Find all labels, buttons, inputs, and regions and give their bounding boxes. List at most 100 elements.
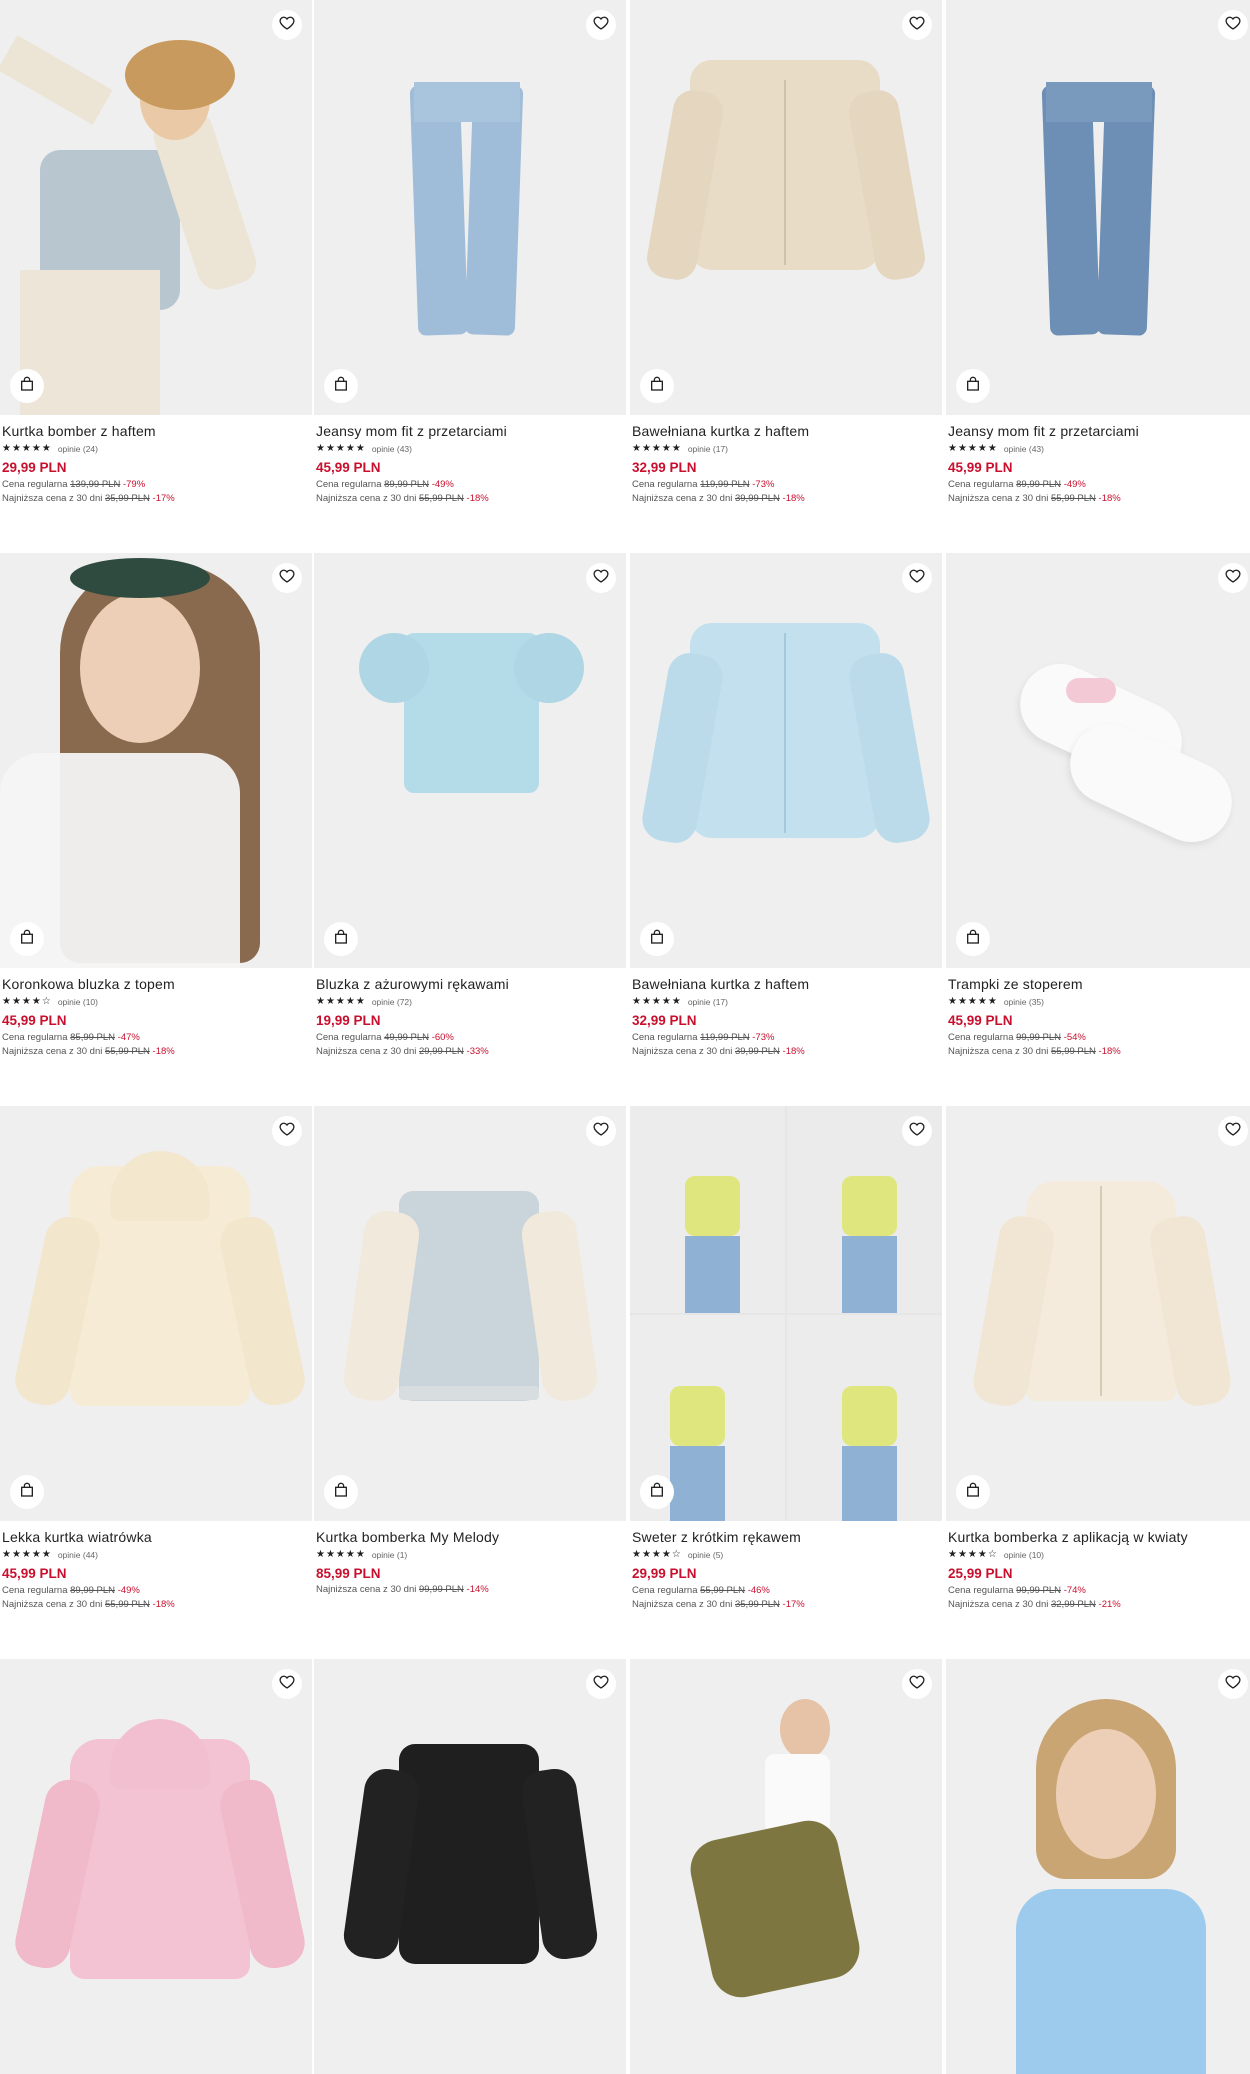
- product-card[interactable]: Lekka kurtka wiatrówka ★★★★★ opinie (44) …: [0, 1106, 312, 1610]
- product-card[interactable]: Bawełniana kurtka z haftem ★★★★★ opinie (…: [630, 0, 942, 504]
- product-image[interactable]: [314, 553, 626, 968]
- wishlist-button[interactable]: [1218, 10, 1248, 40]
- product-image[interactable]: [630, 0, 942, 415]
- product-name[interactable]: Kurtka bomberka My Melody: [316, 1529, 626, 1545]
- add-to-bag-button[interactable]: [324, 369, 358, 403]
- product-card[interactable]: Kurtka bomberka My Melody ★★★★★ opinie (1…: [314, 1106, 626, 1595]
- wishlist-button[interactable]: [586, 1669, 616, 1699]
- review-count[interactable]: opinie (24): [58, 444, 98, 454]
- review-count[interactable]: opinie (5): [688, 1550, 723, 1560]
- product-name[interactable]: Trampki ze stoperem: [948, 976, 1250, 992]
- product-rating: ★★★★☆ opinie (5): [632, 1549, 942, 1560]
- review-count[interactable]: opinie (43): [372, 444, 412, 454]
- product-card[interactable]: Jeansy mom fit z przetarciami ★★★★★ opini…: [946, 0, 1250, 504]
- product-card[interactable]: Kurtka bomber z haftem ★★★★★ opinie (24) …: [0, 0, 312, 504]
- product-name[interactable]: Kurtka bomber z haftem: [2, 423, 312, 439]
- wishlist-button[interactable]: [272, 1116, 302, 1146]
- product-image[interactable]: [314, 1659, 626, 2074]
- product-card[interactable]: Bawełniana kurtka z haftem ★★★★★ opinie (…: [630, 553, 942, 1057]
- product-card[interactable]: Koronkowa bluzka z topem ★★★★☆ opinie (10…: [0, 553, 312, 1057]
- product-image[interactable]: [946, 553, 1250, 968]
- wishlist-button[interactable]: [1218, 563, 1248, 593]
- product-card[interactable]: [946, 1659, 1250, 2074]
- product-card[interactable]: Sweter z krótkim rękawem ★★★★☆ opinie (5)…: [630, 1106, 942, 1610]
- product-rating: ★★★★★ opinie (17): [632, 996, 942, 1007]
- add-to-bag-button[interactable]: [640, 922, 674, 956]
- product-card[interactable]: [314, 1659, 626, 2074]
- product-name[interactable]: Sweter z krótkim rękawem: [632, 1529, 942, 1545]
- add-to-bag-button[interactable]: [956, 922, 990, 956]
- heart-icon: [909, 1674, 925, 1695]
- product-name[interactable]: Kurtka bomberka z aplikacją w kwiaty: [948, 1529, 1250, 1545]
- product-image[interactable]: [946, 1659, 1250, 2074]
- review-count[interactable]: opinie (44): [58, 1550, 98, 1560]
- product-image[interactable]: [314, 1106, 626, 1521]
- product-image[interactable]: [946, 0, 1250, 415]
- wishlist-button[interactable]: [272, 1669, 302, 1699]
- add-to-bag-button[interactable]: [10, 369, 44, 403]
- lowest-price-row: Najniższa cena z 30 dni 55,99 PLN -18%: [948, 1046, 1121, 1057]
- product-card[interactable]: Bluzka z ażurowymi rękawami ★★★★★ opinie …: [314, 553, 626, 1057]
- review-count[interactable]: opinie (17): [688, 997, 728, 1007]
- star-icon: ★★★★★: [316, 443, 366, 454]
- sale-price: 45,99 PLN: [2, 1013, 67, 1028]
- review-count[interactable]: opinie (35): [1004, 997, 1044, 1007]
- add-to-bag-button[interactable]: [10, 1475, 44, 1509]
- product-image[interactable]: [630, 1659, 942, 2074]
- wishlist-button[interactable]: [586, 10, 616, 40]
- product-card[interactable]: Trampki ze stoperem ★★★★★ opinie (35) 45,…: [946, 553, 1250, 1057]
- review-count[interactable]: opinie (17): [688, 444, 728, 454]
- add-to-bag-button[interactable]: [956, 369, 990, 403]
- review-count[interactable]: opinie (1): [372, 1550, 407, 1560]
- lowest-price-row: Najniższa cena z 30 dni 39,99 PLN -18%: [632, 1046, 805, 1057]
- add-to-bag-button[interactable]: [640, 1475, 674, 1509]
- wishlist-button[interactable]: [1218, 1669, 1248, 1699]
- add-to-bag-button[interactable]: [324, 922, 358, 956]
- product-name[interactable]: Lekka kurtka wiatrówka: [2, 1529, 312, 1545]
- product-rating: ★★★★★ opinie (35): [948, 996, 1250, 1007]
- product-image[interactable]: [314, 0, 626, 415]
- wishlist-button[interactable]: [586, 563, 616, 593]
- wishlist-button[interactable]: [902, 563, 932, 593]
- product-card[interactable]: Kurtka bomberka z aplikacją w kwiaty ★★★…: [946, 1106, 1250, 1610]
- add-to-bag-button[interactable]: [956, 1475, 990, 1509]
- add-to-bag-button[interactable]: [10, 922, 44, 956]
- product-image[interactable]: [0, 553, 312, 968]
- shopping-bag-icon: [965, 929, 981, 950]
- heart-icon: [279, 1674, 295, 1695]
- wishlist-button[interactable]: [586, 1116, 616, 1146]
- product-image[interactable]: [0, 1106, 312, 1521]
- product-image[interactable]: [0, 1659, 312, 2074]
- lowest-price-row: Najniższa cena z 30 dni 32,99 PLN -21%: [948, 1599, 1121, 1610]
- product-card[interactable]: Jeansy mom fit z przetarciami ★★★★★ opini…: [314, 0, 626, 504]
- wishlist-button[interactable]: [902, 10, 932, 40]
- product-image[interactable]: [0, 0, 312, 415]
- product-name[interactable]: Koronkowa bluzka z topem: [2, 976, 312, 992]
- review-count[interactable]: opinie (43): [1004, 444, 1044, 454]
- product-name[interactable]: Bawełniana kurtka z haftem: [632, 423, 942, 439]
- product-image[interactable]: [630, 553, 942, 968]
- wishlist-button[interactable]: [272, 563, 302, 593]
- product-card[interactable]: [0, 1659, 312, 2074]
- wishlist-button[interactable]: [1218, 1116, 1248, 1146]
- wishlist-button[interactable]: [902, 1669, 932, 1699]
- heart-icon: [909, 568, 925, 589]
- product-name[interactable]: Bluzka z ażurowymi rękawami: [316, 976, 626, 992]
- product-name[interactable]: Bawełniana kurtka z haftem: [632, 976, 942, 992]
- wishlist-button[interactable]: [902, 1116, 932, 1146]
- product-name[interactable]: Jeansy mom fit z przetarciami: [316, 423, 626, 439]
- shopping-bag-icon: [19, 376, 35, 397]
- review-count[interactable]: opinie (10): [58, 997, 98, 1007]
- add-to-bag-button[interactable]: [324, 1475, 358, 1509]
- wishlist-button[interactable]: [272, 10, 302, 40]
- add-to-bag-button[interactable]: [640, 369, 674, 403]
- product-card[interactable]: [630, 1659, 942, 2074]
- star-icon: ★★★★☆: [632, 1549, 682, 1560]
- product-image[interactable]: [946, 1106, 1250, 1521]
- review-count[interactable]: opinie (72): [372, 997, 412, 1007]
- product-image[interactable]: [630, 1106, 942, 1521]
- shopping-bag-icon: [649, 376, 665, 397]
- review-count[interactable]: opinie (10): [1004, 1550, 1044, 1560]
- shopping-bag-icon: [19, 1482, 35, 1503]
- product-name[interactable]: Jeansy mom fit z przetarciami: [948, 423, 1250, 439]
